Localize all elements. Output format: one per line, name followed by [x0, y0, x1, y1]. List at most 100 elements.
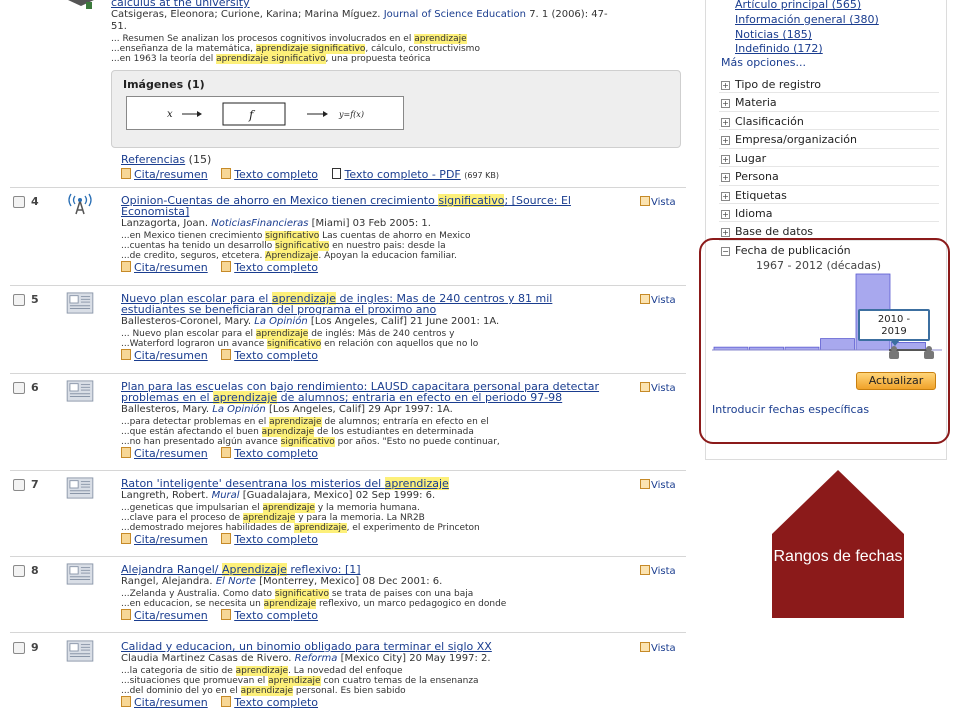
- newspaper-icon: [66, 292, 94, 314]
- texto-completo-link[interactable]: Texto completo: [221, 696, 318, 709]
- expand-icon: +: [721, 136, 730, 145]
- result-title[interactable]: Alejandra Rangel/ Aprendizaje reflexivo:…: [121, 563, 641, 576]
- record-number: 6: [31, 381, 39, 394]
- record-checkbox[interactable]: [13, 565, 25, 577]
- record-number: 9: [31, 641, 39, 654]
- references-link[interactable]: Referencias: [121, 153, 185, 166]
- record-checkbox[interactable]: [13, 642, 25, 654]
- record-checkbox[interactable]: [13, 294, 25, 306]
- result-citation: [Guadalajara, Mexico] 02 Sep 1999: 6.: [242, 490, 436, 501]
- vista-link[interactable]: Vista: [640, 565, 676, 577]
- pdf-link[interactable]: Texto completo - PDF (697 KB): [331, 168, 499, 182]
- cita-resumen-link[interactable]: Cita/resumen: [121, 696, 208, 709]
- facet-lugar[interactable]: + Lugar: [721, 152, 766, 165]
- svg-text:y=f(x): y=f(x): [338, 110, 364, 119]
- texto-completo-link[interactable]: Texto completo: [221, 447, 318, 460]
- record-checkbox[interactable]: [13, 382, 25, 394]
- image-thumbnail[interactable]: x f y=f(x): [126, 96, 404, 130]
- doc-type-option[interactable]: Artículo principal (565): [735, 0, 861, 11]
- more-options-link[interactable]: Más opciones...: [721, 56, 806, 69]
- document-icon: [221, 168, 232, 179]
- expand-icon: +: [721, 81, 730, 90]
- snippet: ...enseñanza de la matemática, aprendiza…: [111, 44, 480, 54]
- result-record: 7 Raton 'inteligente' desentrana los mis…: [10, 470, 686, 555]
- snippet: ...Waterford lograron un avance signific…: [121, 339, 479, 349]
- facet-persona[interactable]: + Persona: [721, 170, 779, 183]
- doc-type-option[interactable]: Información general (380): [735, 13, 879, 26]
- result-actions: Cita/resumen Texto completo: [121, 261, 641, 274]
- result-record: 6 Plan para las escuelas con bajo rendim…: [10, 373, 686, 469]
- texto-completo-link[interactable]: Texto completo: [221, 261, 318, 274]
- snippet: ...situaciones que promuevan el aprendiz…: [121, 676, 479, 686]
- texto-completo-link[interactable]: Texto completo: [221, 609, 318, 622]
- record-number: 8: [31, 564, 39, 577]
- result-source-link[interactable]: Mural: [212, 490, 240, 501]
- snippet: ...en 1963 la teoría del aprendizaje sig…: [111, 54, 431, 64]
- result-source-link[interactable]: NoticiasFinancieras: [211, 218, 308, 229]
- record-checkbox[interactable]: [13, 196, 25, 208]
- result-record: 9 Calidad y educacion, un binomio obliga…: [10, 632, 686, 720]
- vista-link[interactable]: Vista: [640, 642, 676, 654]
- result-authors: Langreth, Robert.: [121, 490, 209, 501]
- result-title-line2[interactable]: Economista]: [121, 206, 641, 217]
- facet-empresa[interactable]: + Empresa/organización: [721, 133, 857, 146]
- result-authors: Lanzagorta, Joan.: [121, 218, 209, 229]
- texto-completo-link[interactable]: Texto completo: [221, 168, 318, 181]
- cita-resumen-link[interactable]: Cita/resumen: [121, 349, 208, 362]
- result-citation: [Monterrey, Mexico] 08 Dec 2001: 6.: [259, 576, 443, 587]
- result-authors: Rangel, Alejandra.: [121, 576, 213, 587]
- callout-frame: [699, 238, 950, 444]
- result-title[interactable]: Calidad y educacion, un binomio obligado…: [121, 641, 641, 652]
- images-panel-title: Imágenes (1): [123, 78, 205, 91]
- result-record: 8 Alejandra Rangel/ Aprendizaje reflexiv…: [10, 556, 686, 630]
- document-icon: [121, 696, 131, 707]
- result-title[interactable]: Opinion-Cuentas de ahorro en Mexico tien…: [121, 194, 641, 207]
- document-icon: [221, 447, 232, 458]
- cita-resumen-link[interactable]: Cita/resumen: [121, 168, 208, 181]
- texto-completo-link[interactable]: Texto completo: [221, 349, 318, 362]
- formula-diagram: x f y=f(x): [167, 102, 364, 126]
- result-source-link[interactable]: La Opinión: [254, 316, 307, 327]
- references-count: (15): [188, 153, 212, 166]
- record-checkbox[interactable]: [13, 479, 25, 491]
- result-citation: [Los Angeles, Calif] 21 June 2001: 1A.: [310, 316, 500, 327]
- result-title[interactable]: calculus at the university: [111, 0, 631, 8]
- snippet: ...que están afectando el buen aprendiza…: [121, 427, 474, 437]
- document-icon: [121, 261, 131, 272]
- result-citation: 7. 1 (2006): 47-: [529, 9, 608, 20]
- document-icon: [221, 533, 232, 544]
- facet-materia[interactable]: + Materia: [721, 96, 777, 109]
- doc-type-option[interactable]: Noticias (185): [735, 28, 812, 41]
- cita-resumen-link[interactable]: Cita/resumen: [121, 447, 208, 460]
- newspaper-icon: [66, 477, 94, 499]
- cita-resumen-link[interactable]: Cita/resumen: [121, 261, 208, 274]
- result-title-line2[interactable]: estudiantes se beneficiaran del programa…: [121, 304, 641, 315]
- doc-type-option[interactable]: Indefinido (172): [735, 42, 823, 55]
- vista-link[interactable]: Vista: [640, 196, 676, 208]
- preview-icon: [640, 294, 650, 304]
- cita-resumen-link[interactable]: Cita/resumen: [121, 609, 208, 622]
- facet-etiquetas[interactable]: + Etiquetas: [721, 189, 787, 202]
- newspaper-icon: [66, 640, 94, 662]
- result-source-link[interactable]: Reforma: [295, 653, 338, 664]
- result-title[interactable]: Raton 'inteligente' desentrana los miste…: [121, 477, 641, 490]
- result-title-line2[interactable]: problemas en el aprendizaje de alumnos; …: [121, 391, 641, 404]
- vista-link[interactable]: Vista: [640, 479, 676, 491]
- facet-base-datos[interactable]: + Base de datos: [721, 225, 813, 238]
- result-journal-link[interactable]: Journal of Science Education: [384, 9, 526, 20]
- texto-completo-link[interactable]: Texto completo: [221, 533, 318, 546]
- vista-link[interactable]: Vista: [640, 294, 676, 306]
- result-source-link[interactable]: La Opinión: [212, 404, 265, 415]
- result-authors: Ballesteros-Coronel, Mary.: [121, 316, 252, 327]
- facet-idioma[interactable]: + Idioma: [721, 207, 772, 220]
- pdf-icon: [331, 168, 341, 179]
- facet-clasificacion[interactable]: + Clasificación: [721, 115, 804, 128]
- preview-icon: [640, 382, 650, 392]
- facet-tipo-registro[interactable]: + Tipo de registro: [721, 78, 821, 91]
- record-number: 5: [31, 293, 39, 306]
- vista-link[interactable]: Vista: [640, 382, 676, 394]
- snippet: ...de credito, seguros, etcetera. Aprend…: [121, 251, 457, 261]
- result-source-link[interactable]: El Norte: [216, 576, 256, 587]
- expand-icon: +: [721, 192, 730, 201]
- cita-resumen-link[interactable]: Cita/resumen: [121, 533, 208, 546]
